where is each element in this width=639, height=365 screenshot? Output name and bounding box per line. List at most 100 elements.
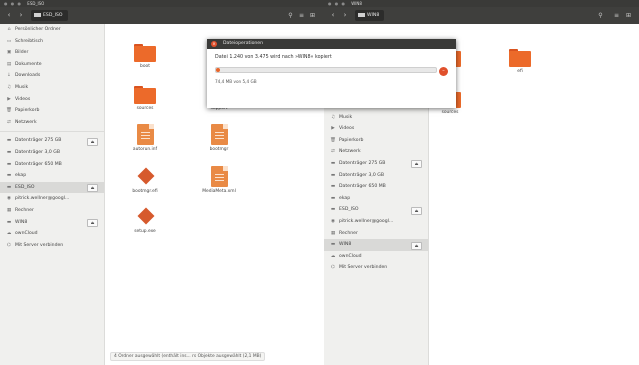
sidebar-item[interactable]: ▣ Bilder [0, 47, 104, 59]
window-titlebar[interactable]: ● ● ● WIN8 [324, 0, 639, 7]
sidebar-item-label: ESD_ISO [15, 184, 35, 190]
drive-icon: ▬ [330, 195, 336, 201]
window-controls[interactable]: ● ● ● [328, 0, 346, 7]
drive-icon: ▬ [330, 172, 336, 178]
account-icon: ◉ [330, 218, 335, 224]
file-name: efi [517, 69, 523, 74]
grid-view-icon[interactable]: ⊞ [624, 11, 633, 20]
file-item[interactable]: setup.exe [119, 206, 171, 234]
search-icon[interactable]: ⚲ [596, 11, 605, 20]
eject-icon[interactable]: ⏏ [411, 160, 422, 169]
sidebar-item-label: Datenträger 3,0 GB [339, 172, 384, 178]
list-view-icon[interactable]: ≡ [297, 11, 306, 20]
eject-icon[interactable]: ⏏ [87, 184, 98, 193]
sidebar-item-label: Datenträger 650 MB [15, 161, 62, 167]
sidebar-item[interactable]: ⌬ Mit Server verbinden [324, 262, 428, 274]
sidebar-item[interactable]: ▬ WIN8 ⏏ [324, 239, 428, 251]
path-button[interactable]: WIN8 [355, 10, 385, 21]
sidebar-item[interactable]: ⌬ Mit Server verbinden [0, 240, 104, 252]
sidebar-item[interactable]: ▶ Videos [324, 123, 428, 135]
search-icon[interactable]: ⚲ [286, 11, 295, 20]
drive-icon: ▬ [330, 207, 336, 213]
cancel-copy-button[interactable]: – [439, 67, 448, 76]
sidebar-item[interactable]: ▬ ekap [0, 170, 104, 182]
sidebar-item-label: Bilder [15, 50, 29, 56]
sidebar-item[interactable]: ▬ WIN8 ⏏ [0, 217, 104, 229]
toolbar: ‹ › ESD_ISO ⚲ ≡ ⊞ [0, 7, 324, 24]
trash-icon: 🗑 [6, 108, 12, 114]
sidebar-item-label: Papierkorb [15, 108, 40, 114]
window-controls[interactable]: ● ● ● [4, 0, 22, 7]
sidebar-item-label: ESD_ISO [339, 207, 359, 213]
sidebar-item-label: ownCloud [15, 231, 38, 237]
file-name: boot [140, 64, 150, 69]
computer-icon: ▦ [330, 230, 336, 236]
sidebar-item[interactable]: ◉ pitrick.wellner@googl... [324, 216, 428, 228]
forward-button[interactable]: › [16, 11, 26, 20]
window-titlebar[interactable]: ● ● ● ESD_ISO [0, 0, 324, 7]
copy-size-text: 74,4 MB von 5,4 GB [215, 79, 257, 84]
sidebar-item[interactable]: 🗑 Papierkorb [0, 105, 104, 117]
sidebar-item[interactable]: ▶ Videos [0, 94, 104, 106]
file-item[interactable]: bootmgr.efi [119, 166, 171, 194]
sidebar-item[interactable]: ▬ Datenträger 650 MB [324, 181, 428, 193]
sidebar-item[interactable]: ▬ ESD_ISO ⏏ [324, 204, 428, 216]
file-name: sources [441, 110, 459, 115]
list-view-icon[interactable]: ≡ [612, 11, 621, 20]
sidebar-item[interactable]: ⇄ Netzwerk [324, 146, 428, 158]
file-item[interactable]: autorun.inf [119, 124, 171, 152]
file-item[interactable]: MediaMeta.xml [193, 166, 245, 194]
sidebar-item[interactable]: ▭ Schreibtisch [0, 36, 104, 48]
sidebar-item-label: Downloads [15, 73, 41, 79]
dialog-titlebar[interactable]: × Dateioperationen [207, 39, 456, 49]
window-title: ESD_ISO [27, 1, 45, 6]
sidebar-item[interactable]: ▬ Datenträger 650 MB [0, 159, 104, 171]
eject-icon[interactable]: ⏏ [411, 241, 422, 250]
copy-status-text: Datei 1.240 von 3.475 wird nach »WIN8« k… [215, 55, 332, 60]
sidebar-item-label: Datenträger 650 MB [339, 184, 386, 190]
back-button[interactable]: ‹ [328, 11, 338, 20]
eject-icon[interactable]: ⏏ [411, 206, 422, 215]
sidebar-item-label: Rechner [15, 207, 34, 213]
path-button[interactable]: ESD_ISO [31, 10, 68, 21]
sidebar-item[interactable]: ☁ ownCloud [0, 228, 104, 240]
network-icon: ⇄ [7, 119, 11, 125]
file-item[interactable]: bootmgr [193, 124, 245, 152]
file-name: bootmgr [209, 147, 229, 152]
sidebar-item[interactable]: ♫ Musik [324, 112, 428, 124]
file-item[interactable]: sources [119, 86, 171, 111]
sidebar-separator [0, 131, 104, 133]
document-icon [136, 124, 154, 145]
sidebar-item[interactable]: ▬ Datenträger 3,0 GB [324, 170, 428, 182]
sidebar-item[interactable]: ▬ Datenträger 3,0 GB [0, 147, 104, 159]
file-item[interactable]: boot [119, 44, 171, 69]
forward-button[interactable]: › [340, 11, 350, 20]
eject-icon[interactable]: ⏏ [87, 137, 98, 146]
sidebar-item[interactable]: ▬ Datenträger 275 GB ⏏ [0, 135, 104, 147]
file-area[interactable]: bootefisources [429, 24, 639, 365]
sidebar-item[interactable]: ◉ pitrick.wellner@googl... [0, 193, 104, 205]
sidebar-item[interactable]: ♫ Musik [0, 82, 104, 94]
sidebar-item[interactable]: ↓ Downloads [0, 70, 104, 82]
back-button[interactable]: ‹ [4, 11, 14, 20]
grid-view-icon[interactable]: ⊞ [308, 11, 317, 20]
sidebar-item[interactable]: ▬ Datenträger 275 GB ⏏ [324, 158, 428, 170]
sidebar-item[interactable]: 🗑 Papierkorb [324, 135, 428, 147]
sidebar-item[interactable]: ⌂ Persönlicher Ordner [0, 24, 104, 36]
sidebar-item[interactable]: ☁ ownCloud [324, 251, 428, 263]
sidebar-item[interactable]: ▬ ESD_ISO ⏏ [0, 181, 104, 194]
file-item[interactable]: efi [494, 49, 546, 74]
toolbar: ‹ › WIN8 ⚲ ≡ ⊞ [324, 7, 639, 24]
sidebar-item[interactable]: ▤ Dokumente [0, 59, 104, 71]
close-icon[interactable]: × [211, 41, 217, 47]
eject-icon[interactable]: ⏏ [87, 219, 98, 227]
sidebar-item-label: Videos [339, 126, 355, 132]
sidebar-item[interactable]: ▬ ekap [324, 193, 428, 205]
server-icon: ⌬ [6, 242, 11, 248]
sidebar-item-label: Dokumente [15, 61, 42, 67]
sidebar-item[interactable]: ▦ Rechner [0, 205, 104, 217]
sidebar-item[interactable]: ▦ Rechner [324, 228, 428, 240]
sidebar-item[interactable]: ⇄ Netzwerk [0, 117, 104, 129]
copy-progress-bar [215, 67, 437, 73]
home-icon: ⌂ [7, 27, 11, 32]
